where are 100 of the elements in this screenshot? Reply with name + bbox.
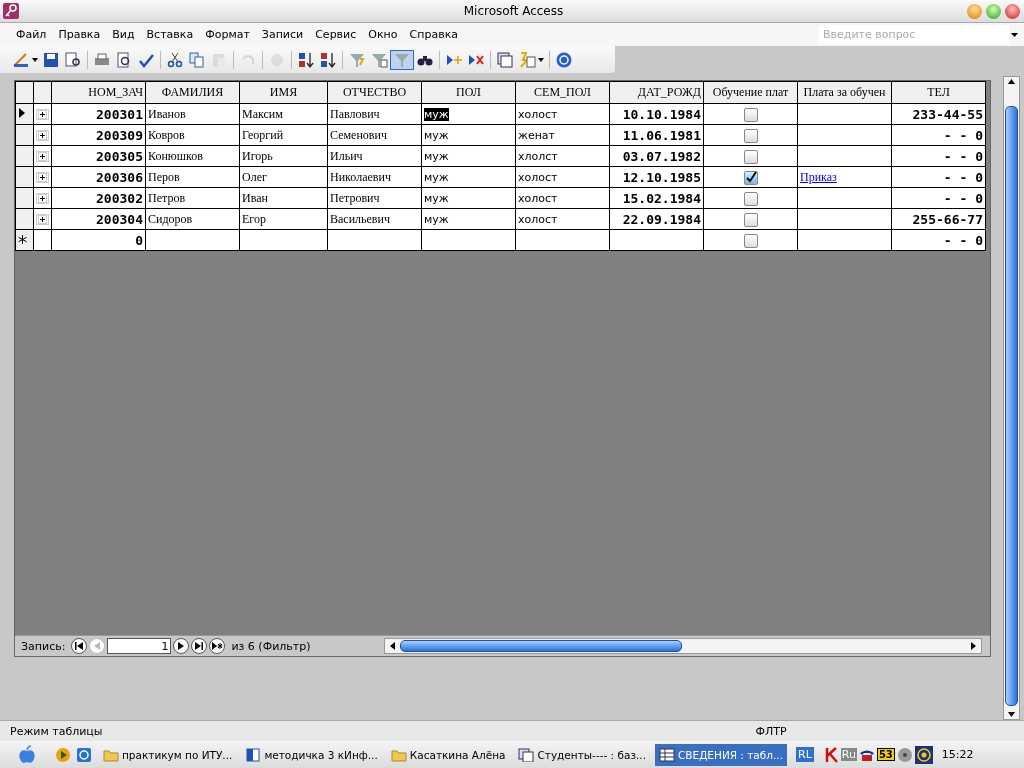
row-selector[interactable] <box>15 166 34 188</box>
taskbar-button[interactable]: Касаткина Алёна <box>386 743 510 766</box>
table-cell: холост <box>515 103 610 125</box>
table-cell: 200301 <box>51 103 146 125</box>
table-cell: Семенович <box>327 124 422 146</box>
db-window-icon[interactable] <box>494 49 516 70</box>
row-selector[interactable] <box>15 124 34 146</box>
close-button[interactable] <box>1005 3 1020 19</box>
table-cell: Олег <box>239 166 328 188</box>
language-indicator[interactable]: RL <box>796 747 814 762</box>
header-corner <box>15 81 34 104</box>
windows-icon <box>518 747 535 762</box>
table-cell: Игорь <box>239 145 328 167</box>
scroll-up-icon[interactable] <box>1007 77 1016 86</box>
table-cell: Иванов <box>145 103 240 125</box>
column-header[interactable]: ПОЛ <box>421 81 516 104</box>
table-cell: муж <box>424 170 449 184</box>
menu-item[interactable]: Формат <box>199 28 256 41</box>
taskbar-button[interactable]: практикум по ИТУ... <box>99 743 237 766</box>
checkbox[interactable] <box>743 233 758 248</box>
menu-item[interactable]: Справка <box>403 28 464 41</box>
table-cell: 22.09.1984 <box>609 208 704 230</box>
table-cell: Павлович <box>327 103 422 125</box>
expand-icon[interactable] <box>36 171 49 183</box>
menu-item[interactable]: Правка <box>52 28 107 41</box>
column-header[interactable]: ИМЯ <box>239 81 328 104</box>
antenna-icon[interactable] <box>914 745 933 764</box>
scroll-left-icon[interactable] <box>388 642 398 650</box>
table-cell: Георгий <box>239 124 328 146</box>
row-selector[interactable] <box>15 145 34 167</box>
record-number-field[interactable]: 1 <box>107 638 172 654</box>
expand-icon[interactable] <box>36 129 49 141</box>
menu-item[interactable]: Записи <box>255 28 310 41</box>
expand-icon[interactable] <box>36 150 49 162</box>
checkbox[interactable] <box>743 107 758 122</box>
menu-item[interactable]: Вставка <box>140 28 200 41</box>
k-icon[interactable] <box>824 746 839 763</box>
table-cell: 200306 <box>51 166 146 188</box>
row-selector[interactable] <box>15 208 34 230</box>
record-count: из 6 (Фильтр) <box>231 639 311 653</box>
first-record-icon <box>74 642 85 650</box>
menu-item[interactable]: Сервис <box>309 28 363 41</box>
checkbox[interactable] <box>743 191 758 206</box>
row-selector[interactable] <box>15 187 34 209</box>
column-header[interactable]: ОТЧЕСТВО <box>327 81 422 104</box>
column-header[interactable]: ТЕЛ <box>891 81 986 104</box>
column-header[interactable]: ДАТ_РОЖД <box>609 81 704 104</box>
table-cell: Иван <box>239 187 328 209</box>
tray-badge[interactable]: 53 <box>876 748 895 761</box>
taskbar-button[interactable]: СВЕДЕНИЯ : табл... <box>655 743 787 766</box>
checkbox[interactable] <box>743 212 758 227</box>
column-header[interactable]: НОМ_ЗАЧ <box>51 81 146 104</box>
next-record-button[interactable] <box>173 638 190 654</box>
record-label: Запись: <box>21 639 66 653</box>
expand-icon[interactable] <box>36 192 49 204</box>
taskbar-button[interactable]: методичка 3 кИнф... <box>241 743 382 766</box>
apple-icon[interactable] <box>18 744 36 765</box>
disc-icon[interactable] <box>896 746 913 763</box>
expand-icon[interactable] <box>36 213 49 225</box>
document-icon <box>245 747 262 762</box>
status-text: Режим таблицы <box>10 724 103 738</box>
vertical-scrollbar[interactable] <box>1003 76 1020 720</box>
table-cell: Васильевич <box>327 208 422 230</box>
filter-icon[interactable] <box>390 49 414 70</box>
table-cell: Сидоров <box>145 208 240 230</box>
last-record-button[interactable] <box>191 638 208 654</box>
checkbox[interactable] <box>743 149 758 164</box>
row-selector[interactable] <box>15 103 34 125</box>
table-cell: холост <box>515 208 610 230</box>
expand-icon[interactable] <box>36 108 49 120</box>
clock: 15:22 <box>941 748 974 761</box>
table-cell: 12.10.1985 <box>609 166 704 188</box>
table-cell: 03.07.1982 <box>609 145 704 167</box>
new-record-button[interactable] <box>209 638 226 654</box>
table-cell: холост <box>515 187 610 209</box>
column-header[interactable]: СЕМ_ПОЛ <box>515 81 610 104</box>
browser-icon[interactable] <box>76 746 92 763</box>
menu-item[interactable]: Окно <box>362 28 404 41</box>
window-title: Microsoft Access <box>462 4 564 18</box>
checkbox[interactable] <box>743 170 758 185</box>
column-header[interactable]: ФАМИЛИЯ <box>145 81 240 104</box>
table-cell: 200309 <box>51 124 146 146</box>
dropdown-icon[interactable] <box>1011 32 1018 37</box>
keyboard-indicator[interactable]: Ru <box>840 748 857 761</box>
help-field[interactable]: Введите вопрос <box>819 25 1009 44</box>
first-record-button[interactable] <box>71 638 88 654</box>
checkbox[interactable] <box>743 128 758 143</box>
new-record-icon <box>211 642 224 650</box>
key-icon <box>2 2 20 20</box>
menu-item[interactable]: Вид <box>106 28 141 41</box>
horizontal-scrollbar[interactable] <box>384 638 983 654</box>
table-cell: Ковров <box>145 124 240 146</box>
media-player-icon[interactable] <box>55 746 71 763</box>
table-cell: женат <box>515 124 610 146</box>
menu-item[interactable]: Файл <box>10 28 53 41</box>
table-cell: - - 0 <box>891 187 986 209</box>
taskbar-button[interactable]: Студенты---- : баз... <box>514 743 650 766</box>
table-cell: Петрович <box>327 187 422 209</box>
column-header[interactable]: Обучение плат <box>703 81 798 104</box>
column-header[interactable]: Плата за обучен <box>797 81 892 104</box>
